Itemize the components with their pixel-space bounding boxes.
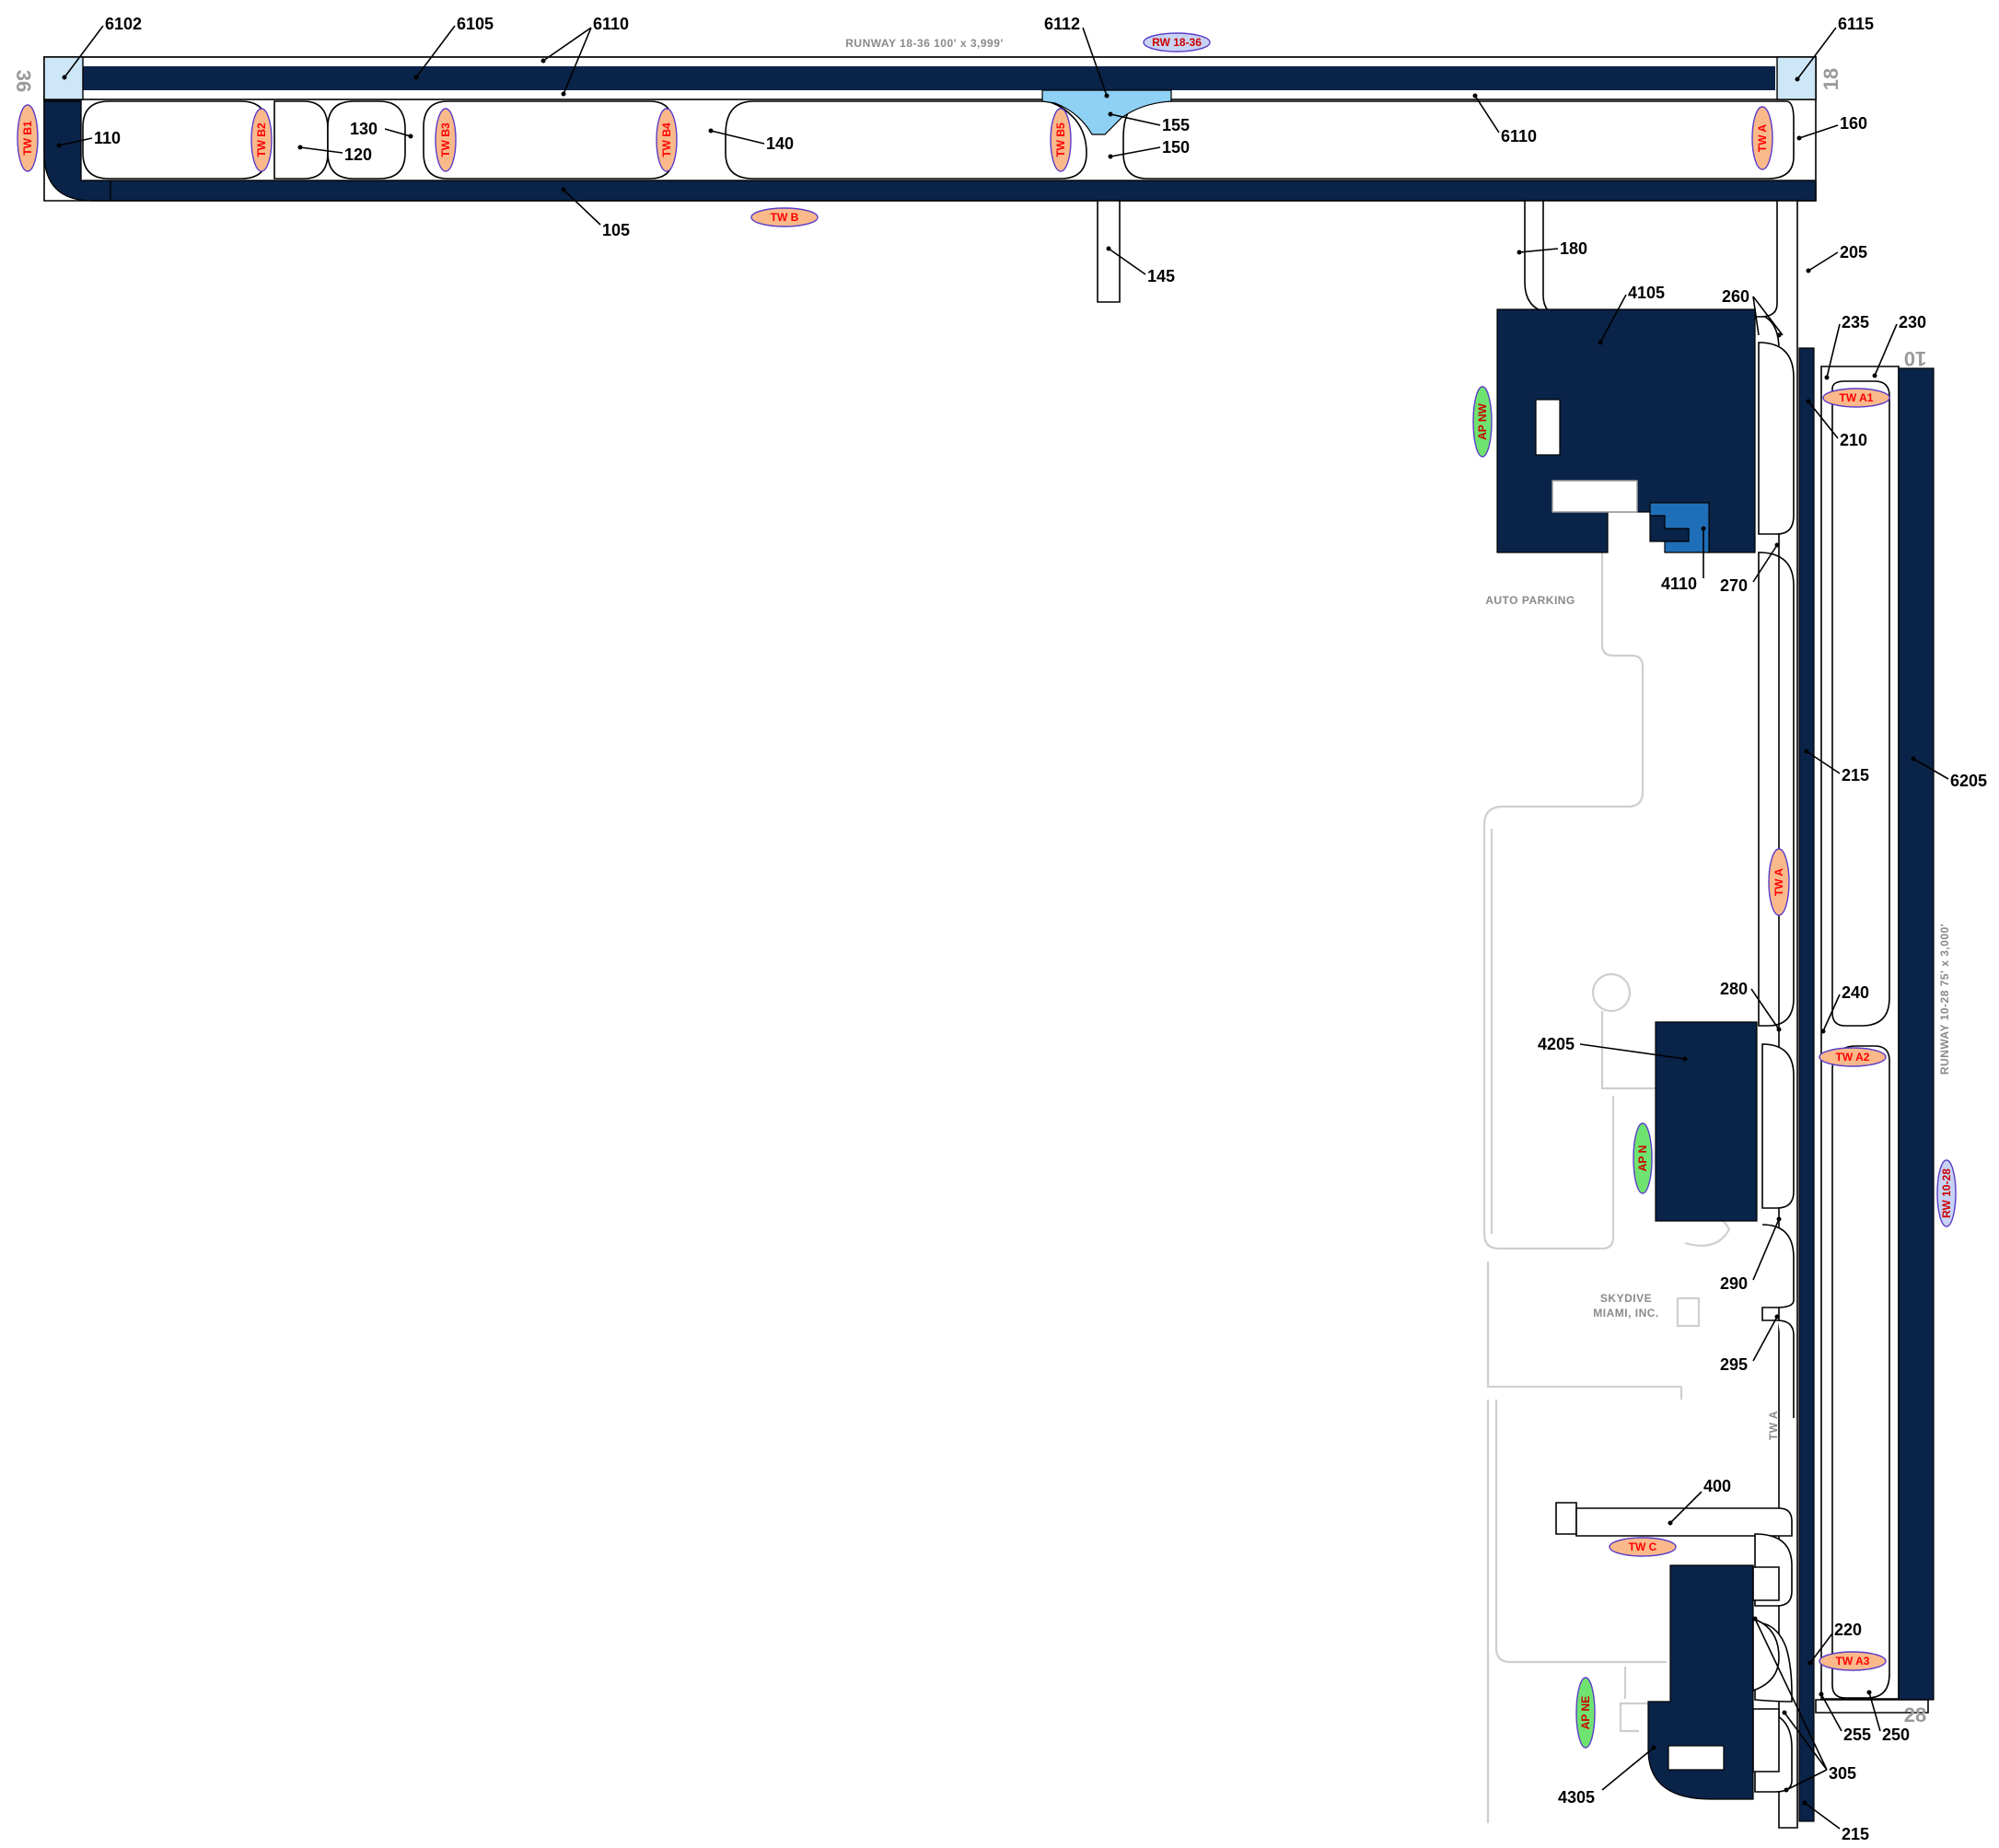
svg-text:270: 270 [1720, 576, 1748, 595]
tag-ap-nw: AP NW [1472, 386, 1493, 458]
svg-text:145: 145 [1147, 267, 1175, 285]
svg-text:280: 280 [1720, 980, 1748, 998]
svg-text:TW A1: TW A1 [1840, 391, 1874, 404]
svg-text:TW B4: TW B4 [660, 122, 673, 157]
tag-tw-b5: TW B5 [1050, 108, 1072, 172]
svg-text:230: 230 [1899, 313, 1926, 331]
runway-end-28: 28 [1904, 1703, 1926, 1726]
svg-text:155: 155 [1162, 116, 1190, 134]
svg-text:TW B5: TW B5 [1054, 122, 1067, 157]
apron-4205 [1655, 1021, 1758, 1222]
svg-text:RW 18-36: RW 18-36 [1152, 36, 1202, 49]
svg-text:AP NW: AP NW [1476, 402, 1489, 439]
svg-text:TW B1: TW B1 [21, 121, 34, 156]
svg-text:RW 10-28: RW 10-28 [1940, 1168, 1953, 1218]
svg-text:TW B: TW B [771, 211, 799, 224]
callout-4305: 4305 [1558, 1745, 1656, 1807]
svg-text:TW A: TW A [1772, 868, 1785, 897]
tag-tw-c: TW C [1609, 1537, 1677, 1557]
runway-10-28-label: RUNWAY 10-28 75' x 3,000' [1938, 924, 1951, 1075]
svg-text:130: 130 [350, 120, 378, 138]
svg-text:215: 215 [1842, 1825, 1869, 1843]
svg-text:6112: 6112 [1044, 15, 1080, 33]
svg-text:205: 205 [1840, 243, 1867, 262]
svg-text:4110: 4110 [1661, 575, 1697, 593]
svg-text:TW A3: TW A3 [1836, 1655, 1870, 1668]
svg-text:215: 215 [1842, 766, 1869, 785]
runway-end-36: 36 [12, 70, 35, 92]
tw-a-gray-label: TW A [1767, 1411, 1780, 1440]
svg-text:120: 120 [344, 145, 372, 164]
callout-295: 295 [1720, 1314, 1780, 1374]
tag-rw-1836: RW 18-36 [1143, 32, 1211, 52]
svg-text:6115: 6115 [1838, 15, 1874, 33]
svg-text:150: 150 [1162, 138, 1190, 157]
svg-text:6110: 6110 [593, 15, 629, 33]
tag-tw-a-top: TW A [1751, 106, 1773, 170]
svg-text:260: 260 [1722, 287, 1749, 306]
tag-tw-b2: TW B2 [250, 108, 273, 172]
airfield-diagram: RUNWAY 18-36 100' x 3,999' RUNWAY 10-28 … [0, 0, 1999, 1848]
svg-text:400: 400 [1703, 1477, 1731, 1495]
svg-text:6110: 6110 [1501, 127, 1537, 145]
svg-text:235: 235 [1842, 313, 1869, 331]
stub-145 [1097, 200, 1121, 303]
tag-tw-a-mid: TW A [1768, 848, 1790, 916]
taxiway-islands [82, 100, 1795, 180]
tag-tw-b: TW B [750, 207, 819, 227]
svg-text:TW C: TW C [1629, 1540, 1657, 1553]
svg-text:AP NE: AP NE [1579, 1696, 1592, 1729]
svg-text:TW A: TW A [1756, 124, 1769, 153]
svg-text:TW B2: TW B2 [255, 122, 268, 157]
svg-text:295: 295 [1720, 1355, 1748, 1374]
svg-text:AP N: AP N [1636, 1145, 1649, 1171]
skydive-label-line2: MIAMI, INC. [1593, 1307, 1659, 1319]
svg-text:255: 255 [1843, 1726, 1871, 1744]
svg-text:240: 240 [1842, 983, 1869, 1002]
tag-tw-b1: TW B1 [17, 104, 39, 172]
tag-ap-ne: AP NE [1575, 1677, 1596, 1749]
svg-text:210: 210 [1840, 431, 1867, 449]
svg-text:305: 305 [1829, 1764, 1856, 1783]
aprons [1496, 308, 1780, 1800]
svg-text:250: 250 [1882, 1726, 1910, 1744]
svg-text:4305: 4305 [1558, 1788, 1595, 1807]
tag-tw-b3: TW B3 [435, 108, 457, 172]
svg-text:6205: 6205 [1950, 772, 1987, 790]
svg-text:290: 290 [1720, 1274, 1748, 1293]
tag-tw-a1: TW A1 [1822, 388, 1890, 408]
svg-text:4105: 4105 [1628, 284, 1665, 302]
tag-tw-a2: TW A2 [1819, 1047, 1887, 1067]
skydive-label-line1: SKYDIVE [1600, 1292, 1652, 1305]
svg-text:105: 105 [602, 221, 630, 239]
svg-text:TW B3: TW B3 [439, 122, 452, 157]
runway-18-36-label: RUNWAY 18-36 100' x 3,999' [845, 37, 1003, 50]
runway-end-10: 10 [1904, 347, 1926, 370]
tag-rw-1028: RW 10-28 [1936, 1159, 1957, 1227]
tag-ap-n: AP N [1633, 1122, 1653, 1194]
svg-text:TW A2: TW A2 [1836, 1051, 1870, 1063]
tag-tw-a3: TW A3 [1819, 1651, 1887, 1671]
svg-text:6102: 6102 [105, 15, 142, 33]
svg-text:140: 140 [766, 134, 794, 153]
svg-text:4205: 4205 [1538, 1035, 1575, 1053]
svg-text:220: 220 [1834, 1621, 1862, 1639]
tag-tw-b4: TW B4 [656, 108, 678, 172]
svg-text:6105: 6105 [457, 15, 494, 33]
runway-end-18: 18 [1819, 68, 1842, 90]
airport-layout-svg: RUNWAY 18-36 100' x 3,999' RUNWAY 10-28 … [12, 15, 1987, 1843]
svg-text:160: 160 [1840, 114, 1867, 133]
svg-text:180: 180 [1560, 239, 1587, 258]
auto-parking-label: AUTO PARKING [1485, 594, 1575, 607]
svg-text:110: 110 [94, 129, 121, 147]
callout-205: 205 [1806, 243, 1867, 273]
